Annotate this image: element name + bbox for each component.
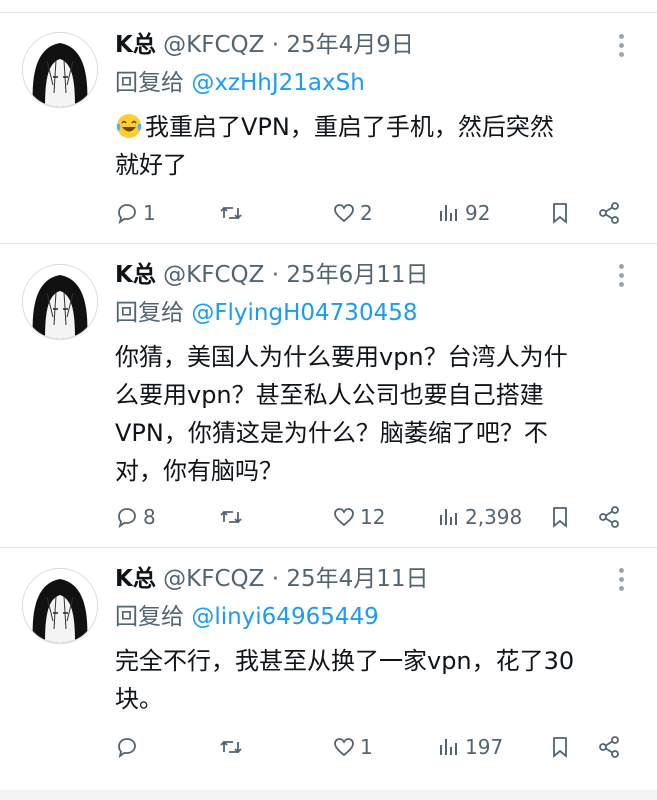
retweet-icon [220,740,242,754]
like-button[interactable]: 12 [332,502,385,532]
share-icon [599,202,619,224]
heart-icon [334,738,354,757]
tweet-text-line: 我重启了VPN，重启了手机，然后突然 [115,108,635,146]
share-button[interactable] [597,198,621,228]
retweet-button[interactable] [219,502,247,532]
like-button[interactable]: 1 [332,732,373,762]
tweet-text-line-4: 对，你有脑吗？ [115,457,283,485]
share-icon [599,506,619,528]
bookmark-icon [553,203,567,224]
avatar[interactable] [22,32,98,108]
avatar-image [23,569,97,643]
more-icon[interactable] [617,34,627,60]
reply-button[interactable]: 1 [115,198,156,228]
display-name[interactable]: K总 [115,32,156,58]
avatar[interactable] [22,568,98,644]
retweet-button[interactable] [219,732,247,762]
tweet-date[interactable]: 25年4月11日 [286,566,428,592]
next-tweet-edge [0,790,657,800]
reply-mention[interactable]: @linyi64965449 [191,604,378,630]
avatar[interactable] [22,264,98,340]
heart-icon [334,204,354,223]
reply-prefix: 回复给 [115,300,184,326]
bookmark-icon [553,507,567,528]
user-handle[interactable]: @KFCQZ [163,566,264,592]
tweet-header: K总 @KFCQZ · 25年6月11日 [115,260,428,290]
reply-prefix: 回复给 [115,604,184,630]
reply-context: 回复给 @linyi64965449 [115,602,379,632]
tweet-2[interactable]: K总 @KFCQZ · 25年6月11日 回复给 @FlyingH0473045… [0,244,657,548]
share-icon [599,736,619,758]
reply-count: 8 [143,505,156,529]
retweet-icon [220,510,242,524]
separator-dot: · [271,262,279,288]
tweet-text: 你猜，美国人为什么要用vpn？台湾人为什 么要用vpn？甚至私人公司也要自己搭建… [115,338,635,490]
views-icon [440,509,457,525]
bookmark-button[interactable] [548,198,572,228]
reply-icon [118,204,136,225]
reply-mention[interactable]: @xzHhJ21axSh [191,70,365,96]
bookmark-icon [553,737,567,758]
tweet-text-line-3: VPN，你猜这是为什么？脑萎缩了吧？不 [115,419,548,447]
bookmark-button[interactable] [548,502,572,532]
views-icon [440,739,457,755]
views-count: 197 [465,735,504,759]
user-handle[interactable]: @KFCQZ [163,262,264,288]
tweet-header: K总 @KFCQZ · 25年4月9日 [115,30,414,60]
heart-icon [334,508,354,527]
views-count: 92 [465,201,491,225]
action-bar: 8 12 2,398 [115,502,635,532]
like-button[interactable]: 2 [332,198,373,228]
separator-dot: · [271,566,279,592]
share-button[interactable] [597,732,621,762]
views-button[interactable]: 92 [437,198,490,228]
retweet-button[interactable] [219,198,247,228]
reply-icon [118,508,136,529]
avatar-image [23,33,97,107]
share-button[interactable] [597,502,621,532]
tweet-text: 我重启了VPN，重启了手机，然后突然 就好了 [115,108,635,184]
tweet-text-line-2: 就好了 [115,151,187,179]
views-button[interactable]: 2,398 [437,502,522,532]
tweet-text-line-1: 你猜，美国人为什么要用vpn？台湾人为什 [115,343,568,371]
tweet-header: K总 @KFCQZ · 25年4月11日 [115,564,428,594]
separator-dot: · [271,32,279,58]
like-count: 1 [360,735,373,759]
tweet-text: 完全不行，我甚至从换了一家vpn，花了30 块。 [115,642,635,718]
views-icon [440,205,457,221]
display-name[interactable]: K总 [115,566,156,592]
action-bar: 1 2 92 [115,198,635,228]
reply-context: 回复给 @xzHhJ21axSh [115,68,365,98]
reply-context: 回复给 @FlyingH04730458 [115,298,417,328]
user-handle[interactable]: @KFCQZ [163,32,264,58]
tweet-text-line-1: 我重启了VPN，重启了手机，然后突然 [145,113,554,141]
like-count: 2 [360,201,373,225]
display-name[interactable]: K总 [115,262,156,288]
reply-mention[interactable]: @FlyingH04730458 [191,300,417,326]
retweet-icon [220,206,242,220]
bookmark-button[interactable] [548,732,572,762]
reply-button[interactable]: 8 [115,502,156,532]
tweet-date[interactable]: 25年4月9日 [286,32,414,58]
views-button[interactable]: 197 [437,732,503,762]
views-count: 2,398 [465,505,523,529]
reply-button[interactable] [115,732,143,762]
more-icon[interactable] [617,568,627,594]
action-bar: 1 197 [115,732,635,762]
reply-count: 1 [143,201,156,225]
tweet-3[interactable]: K总 @KFCQZ · 25年4月11日 回复给 @linyi64965449 … [0,548,657,790]
like-count: 12 [360,505,386,529]
reply-icon [118,738,136,759]
avatar-image [23,265,97,339]
more-icon[interactable] [617,264,627,290]
tweet-text-line-1: 完全不行，我甚至从换了一家vpn，花了30 [115,647,575,675]
tweet-text-line-2: 么要用vpn？甚至私人公司也要自己搭建 [115,381,544,409]
laughing-crying-emoji-icon [116,114,142,138]
tweet-text-line-2: 块。 [115,685,163,713]
reply-prefix: 回复给 [115,70,184,96]
tweet-date[interactable]: 25年6月11日 [286,262,428,288]
tweet-1[interactable]: K总 @KFCQZ · 25年4月9日 回复给 @xzHhJ21axSh 我重启… [0,12,657,244]
